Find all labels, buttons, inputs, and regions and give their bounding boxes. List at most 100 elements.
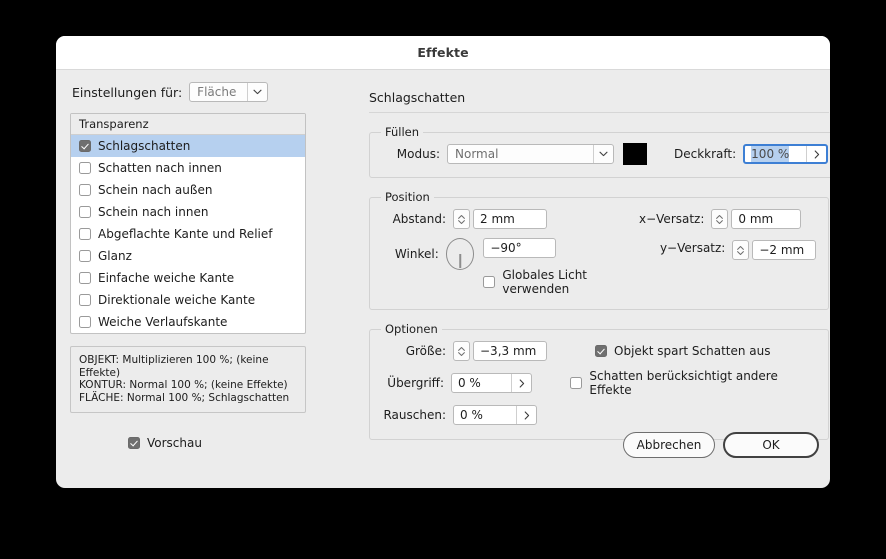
angle-label: Winkel: — [394, 247, 439, 261]
settings-for-dropdown[interactable]: Fläche — [189, 82, 269, 102]
noise-value: 0 % — [460, 408, 483, 422]
knockout-row[interactable]: Objekt spart Schatten aus — [595, 344, 771, 358]
chevron-right-icon[interactable] — [806, 146, 826, 162]
list-item-schlagschatten[interactable]: Schlagschatten — [71, 135, 305, 157]
mode-label: Modus: — [396, 147, 440, 161]
list-item-schein-nach-innen[interactable]: Schein nach innen — [71, 201, 305, 223]
list-item-einfache-weiche-kante[interactable]: Einfache weiche Kante — [71, 267, 305, 289]
list-item-abgeflachte-kante-und-relief[interactable]: Abgeflachte Kante und Relief — [71, 223, 305, 245]
distance-input[interactable]: 2 mm — [473, 209, 547, 229]
dialog-titlebar: Effekte — [56, 36, 830, 70]
angle-dial-needle — [459, 254, 461, 268]
summary-line-flaeche: FLÄCHE: Normal 100 %; Schlagschatten — [79, 391, 290, 404]
size-stepper[interactable] — [453, 341, 470, 361]
list-item-label: Schatten nach innen — [98, 161, 222, 175]
settings-for-label: Einstellungen für: — [72, 84, 183, 100]
group-fuellen-legend: Füllen — [385, 125, 420, 139]
checkbox-preview[interactable] — [128, 437, 140, 449]
checkbox-knockout-shadow[interactable] — [595, 345, 607, 357]
chevron-down-icon — [593, 145, 613, 163]
distance-stepper[interactable] — [453, 209, 470, 229]
settings-for-value: Fläche — [197, 85, 237, 99]
group-optionen: Optionen Größe: −3,3 mm Objekt spart Sch… — [369, 322, 829, 440]
checkbox-schein-nach-innen[interactable] — [79, 206, 91, 218]
list-item-direktionale-weiche-kante[interactable]: Direktionale weiche Kante — [71, 289, 305, 311]
left-column: Einstellungen für: Fläche Transparenz Sc… — [70, 70, 320, 413]
effects-listbox[interactable]: Transparenz Schlagschatten Schatten nach… — [70, 113, 306, 334]
blend-mode-value: Normal — [455, 147, 499, 161]
checkbox-schein-nach-aussen[interactable] — [79, 184, 91, 196]
x-offset-stepper[interactable] — [711, 209, 729, 229]
checkbox-abgeflachte-kante-und-relief[interactable] — [79, 228, 91, 240]
spread-label: Übergriff: — [387, 376, 444, 390]
summary-line-kontur: KONTUR: Normal 100 %; (keine Effekte) — [79, 379, 288, 392]
object-summary-box: OBJEKT: Multiplizieren 100 %; (keine Eff… — [70, 346, 306, 413]
preview-label: Vorschau — [147, 436, 202, 450]
list-item-label: Schein nach außen — [98, 183, 213, 197]
summary-line-objekt: OBJEKT: Multiplizieren 100 %; (keine Eff… — [79, 354, 269, 379]
angle-dial[interactable] — [445, 238, 475, 270]
dialog-title: Effekte — [417, 45, 469, 60]
list-item-label: Glanz — [98, 249, 132, 263]
opacity-input[interactable]: 100 % — [743, 144, 829, 164]
angle-input[interactable]: −90° — [483, 238, 557, 258]
checkbox-schatten-nach-innen[interactable] — [79, 162, 91, 174]
size-row: Größe: −3,3 mm Objekt spart Schatten aus — [382, 341, 816, 361]
distance-row: Abstand: 2 mm x−Versatz: 0 mm — [382, 209, 816, 229]
listbox-header: Transparenz — [71, 114, 305, 135]
group-optionen-legend: Optionen — [385, 322, 438, 336]
angle-row: Winkel: −90° Globales Licht verwenden y−… — [382, 238, 816, 296]
y-offset-stepper[interactable] — [732, 240, 750, 260]
list-item-label: Abgeflachte Kante und Relief — [98, 227, 273, 241]
chevron-right-icon[interactable] — [516, 406, 536, 424]
spread-input[interactable]: 0 % — [450, 373, 533, 393]
checkbox-honor-other-effects[interactable] — [570, 377, 583, 389]
dialog-body: Einstellungen für: Fläche Transparenz Sc… — [56, 70, 830, 488]
blend-mode-dropdown[interactable]: Normal — [447, 144, 614, 164]
spread-value: 0 % — [457, 376, 481, 390]
size-input[interactable]: −3,3 mm — [473, 341, 547, 361]
list-item-glanz[interactable]: Glanz — [71, 245, 305, 267]
group-fuellen: Füllen Modus: Normal Deckkraft: 100 % — [369, 125, 830, 178]
group-position-legend: Position — [385, 190, 430, 204]
knockout-label: Objekt spart Schatten aus — [614, 344, 771, 358]
list-item-label: Einfache weiche Kante — [98, 271, 235, 285]
list-item-schein-nach-aussen[interactable]: Schein nach außen — [71, 179, 305, 201]
checkbox-glanz[interactable] — [79, 250, 91, 262]
opacity-label: Deckkraft: — [674, 147, 737, 161]
angle-field-col: −90° Globales Licht verwenden — [483, 238, 638, 296]
opacity-value: 100 % — [751, 146, 790, 162]
spread-row: Übergriff: 0 % Schatten berücksichtigt a… — [382, 369, 816, 397]
noise-row: Rauschen: 0 % — [382, 405, 816, 425]
size-label: Größe: — [405, 344, 446, 358]
group-position: Position Abstand: 2 mm x−Versatz: 0 mm W… — [369, 190, 829, 310]
y-offset-input[interactable]: −2 mm — [752, 240, 816, 260]
noise-input[interactable]: 0 % — [453, 405, 537, 425]
opacity-value-wrap: 100 % — [745, 146, 806, 162]
list-item-label: Schlagschatten — [98, 139, 191, 153]
checkbox-weiche-verlaufskante[interactable] — [79, 316, 91, 328]
x-offset-label: x−Versatz: — [639, 212, 705, 226]
dialog-footer: Vorschau Abbrechen OK — [56, 424, 830, 488]
checkbox-einfache-weiche-kante[interactable] — [79, 272, 91, 284]
cancel-button[interactable]: Abbrechen — [623, 432, 715, 458]
ok-button[interactable]: OK — [723, 432, 819, 458]
mode-row: Modus: Normal Deckkraft: 100 % — [382, 143, 829, 165]
global-light-row[interactable]: Globales Licht verwenden — [483, 268, 638, 296]
list-item-label: Direktionale weiche Kante — [98, 293, 256, 307]
x-offset-input[interactable]: 0 mm — [731, 209, 802, 229]
honor-effects-row[interactable]: Schatten berücksichtigt andere Effekte — [570, 369, 816, 397]
list-item-weiche-verlaufskante[interactable]: Weiche Verlaufskante — [71, 311, 305, 333]
panel-title: Schlagschatten — [369, 90, 829, 113]
list-item-label: Weiche Verlaufskante — [98, 315, 228, 329]
checkbox-schlagschatten[interactable] — [79, 140, 91, 152]
shadow-color-swatch[interactable] — [623, 143, 647, 165]
list-item-label: Schein nach innen — [98, 205, 209, 219]
preview-row[interactable]: Vorschau — [128, 436, 202, 450]
chevron-right-icon[interactable] — [511, 374, 531, 392]
checkbox-direktionale-weiche-kante[interactable] — [79, 294, 91, 306]
chevron-down-icon — [247, 83, 267, 101]
checkbox-global-light[interactable] — [483, 276, 496, 288]
list-item-schatten-nach-innen[interactable]: Schatten nach innen — [71, 157, 305, 179]
global-light-label: Globales Licht verwenden — [502, 268, 588, 296]
